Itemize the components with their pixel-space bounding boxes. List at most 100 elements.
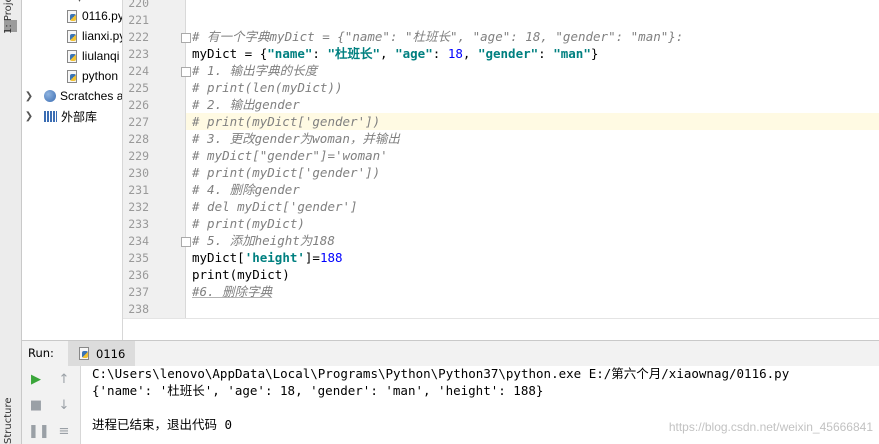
library-icon [44, 110, 57, 122]
left-tool-strip: 1: Project Structure [0, 0, 22, 444]
code-line-226: # 2. 输出gender [192, 97, 300, 112]
project-tree: ▾ 0116.py lianxi.py liulanqi python ❯ Sc… [22, 0, 123, 340]
code-line-224: # 1. 输出字典的长度 [192, 63, 318, 78]
code-token: myDict[ [192, 250, 245, 265]
line-number: 232 [128, 200, 149, 214]
tree-item-label: python [82, 69, 119, 83]
tree-item-label: 0116.py [82, 9, 123, 23]
python-file-icon [66, 9, 78, 23]
code-token: : [538, 46, 554, 61]
scratches-icon [44, 90, 56, 102]
tree-item-liulanqi[interactable]: liulanqi [66, 46, 119, 66]
line-number: 237 [128, 285, 149, 299]
python-file-icon [66, 29, 78, 43]
project-tab-label[interactable]: 1: Project [3, 0, 14, 34]
code-token: "man" [553, 46, 591, 61]
code-token: "name" [267, 46, 313, 61]
line-number: 221 [128, 13, 149, 27]
line-number: 223 [128, 47, 149, 61]
line-number: 236 [128, 268, 149, 282]
code-token: "age" [395, 46, 433, 61]
line-number: 228 [128, 132, 149, 146]
code-token: 188 [319, 250, 343, 265]
soft-wrap-icon[interactable]: ≡ [56, 424, 72, 440]
scroll-up-icon[interactable]: ↑ [56, 372, 72, 388]
line-number: 227 [128, 115, 149, 129]
tree-item-label: liulanqi [82, 49, 120, 63]
tree-item-lianxi[interactable]: lianxi.py [66, 26, 123, 46]
fold-marker-icon[interactable] [181, 237, 191, 247]
stop-icon[interactable]: ■ [28, 398, 44, 414]
tree-item-label: 外部库 [61, 109, 98, 124]
code-line-223: myDict = {"name": "杜班长", "age": 18, "gen… [192, 45, 598, 62]
line-number-gutter: 220 221 222 223 224 225 226 227 228 229 … [123, 0, 186, 318]
code-line-232: # del myDict['gender'] [192, 199, 358, 214]
code-line-228: # 3. 更改gender为woman，并输出 [192, 131, 400, 146]
code-token: ]= [304, 250, 320, 265]
rerun-icon[interactable]: ▶ [28, 372, 44, 388]
scroll-down-icon[interactable]: ↓ [56, 398, 72, 414]
tree-item-label: lianxi.py [82, 29, 123, 43]
tree-item-scratches[interactable]: ❯ Scratches and Consoles [22, 86, 123, 106]
console-exit-message: 进程已结束，退出代码 0 [92, 417, 233, 432]
code-token: 18 [447, 46, 463, 61]
tree-item-python[interactable]: python [66, 66, 118, 86]
code-line-231: # 4. 删除gender [192, 182, 300, 197]
line-number: 222 [128, 30, 149, 44]
watermark: https://blog.csdn.net/weixin_45666841 [668, 420, 873, 434]
code-token: , [380, 46, 396, 61]
code-line-233: # print(myDict) [192, 216, 305, 231]
code-token: myDict = { [192, 46, 268, 61]
structure-tab-label[interactable]: Structure [3, 397, 14, 444]
line-number: 238 [128, 302, 149, 316]
run-label: Run: [28, 346, 54, 360]
line-number: 220 [128, 0, 149, 10]
code-line-229: # myDict["gender"]='woman' [192, 148, 388, 163]
code-token: "杜班长" [327, 46, 381, 61]
tree-item-0116[interactable]: 0116.py [66, 6, 123, 26]
line-number: 231 [128, 183, 149, 197]
python-file-icon [66, 69, 78, 83]
line-number: 224 [128, 64, 149, 78]
pause-icon[interactable]: ❚❚ [28, 424, 50, 440]
run-tab-label: 0116 [96, 346, 126, 361]
run-panel-header: Run: 0116 [22, 340, 879, 367]
code-token: 'height' [244, 250, 305, 265]
code-line-237: #6. 删除字典 [192, 284, 273, 299]
code-token: : [432, 46, 448, 61]
code-line-227: # print(myDict['gender']) [192, 114, 381, 129]
code-line-230: # print(myDict['gender']) [192, 165, 381, 180]
console-script-path[interactable]: E:/第六个月/xiaownag/0116.py [589, 366, 790, 381]
code-token: , [462, 46, 478, 61]
line-number: 230 [128, 166, 149, 180]
tree-item-external-libraries[interactable]: ❯ 外部库 [22, 106, 97, 126]
console-interpreter-path: C:\Users\lenovo\AppData\Local\Programs\P… [92, 366, 589, 381]
python-file-icon [78, 347, 90, 360]
line-number: 225 [128, 81, 149, 95]
line-number: 235 [128, 251, 149, 265]
code-line-225: # print(len(myDict)) [192, 80, 343, 95]
editor-empty-area [123, 318, 879, 341]
code-line-235: myDict['height']=188 [192, 249, 343, 266]
chevron-right-icon[interactable]: ❯ [24, 111, 34, 122]
console-command-line: C:\Users\lenovo\AppData\Local\Programs\P… [92, 365, 789, 382]
code-line-222: # 有一个字典myDict = {"name": "杜班长", "age": 1… [192, 29, 684, 44]
tree-item-label: Scratches and Consoles [60, 89, 123, 103]
code-token: } [590, 46, 599, 61]
code-line-236: print(myDict) [192, 267, 290, 282]
line-number: 233 [128, 217, 149, 231]
run-tab-0116[interactable]: 0116 [68, 341, 136, 366]
line-number: 234 [128, 234, 149, 248]
line-number: 226 [128, 98, 149, 112]
run-toolbar: ▶ ■ ❚❚ ↑ ↓ ≡ [22, 366, 81, 444]
code-token: : [312, 46, 328, 61]
code-line-234: # 5. 添加height为188 [192, 233, 335, 248]
line-number: 229 [128, 149, 149, 163]
python-file-icon [66, 49, 78, 63]
code-token: "gender" [477, 46, 539, 61]
fold-marker-icon[interactable] [181, 67, 191, 77]
folder-icon: ▾ [77, 0, 97, 5]
console-result: {'name': '杜班长', 'age': 18, 'gender': 'ma… [92, 383, 544, 398]
fold-marker-icon[interactable] [181, 33, 191, 43]
chevron-right-icon[interactable]: ❯ [24, 91, 34, 102]
